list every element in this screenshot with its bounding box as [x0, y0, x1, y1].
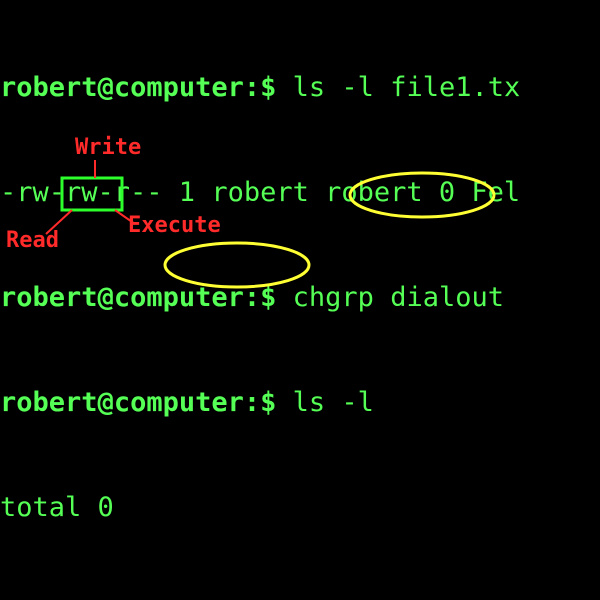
terminal-line: robert@computer:$ chgrp dialout	[0, 280, 600, 315]
terminal-line: total 0	[0, 490, 600, 525]
terminal[interactable]: robert@computer:$ ls -l file1.tx -rw-rw-…	[0, 0, 600, 600]
write-label: Write	[75, 135, 141, 160]
cmd-text: chgrp dialout	[293, 282, 521, 313]
prompt-colon: :	[244, 387, 260, 418]
cmd-text: ls -l	[293, 387, 374, 418]
prompt-user: robert	[0, 387, 98, 418]
prompt-sigil: $	[260, 387, 276, 418]
prompt-colon: :	[244, 282, 260, 313]
terminal-line: -rw-rw-r-- 1 robert robert 0 Fel	[0, 175, 600, 210]
prompt-at: @	[98, 387, 114, 418]
prompt-host: computer	[114, 72, 244, 103]
cmd-text: ls -l file1.tx	[293, 72, 521, 103]
read-label: Read	[6, 228, 59, 253]
prompt-user: robert	[0, 72, 98, 103]
prompt-at: @	[98, 72, 114, 103]
execute-label: Execute	[128, 213, 221, 238]
terminal-line: -rw-rw-r-- 1 robert dialout 0 Fe	[0, 595, 600, 600]
prompt-colon: :	[244, 72, 260, 103]
prompt-host: computer	[114, 387, 244, 418]
prompt-at: @	[98, 282, 114, 313]
prompt-sigil: $	[260, 72, 276, 103]
output-text: total 0	[0, 492, 114, 523]
prompt-user: robert	[0, 282, 98, 313]
terminal-line: robert@computer:$ ls -l	[0, 385, 600, 420]
terminal-line: robert@computer:$ ls -l file1.tx	[0, 70, 600, 105]
output-text: -rw-rw-r-- 1 robert robert 0 Fel	[0, 177, 520, 208]
prompt-sigil: $	[260, 282, 276, 313]
cmd-text	[276, 72, 292, 103]
prompt-host: computer	[114, 282, 244, 313]
